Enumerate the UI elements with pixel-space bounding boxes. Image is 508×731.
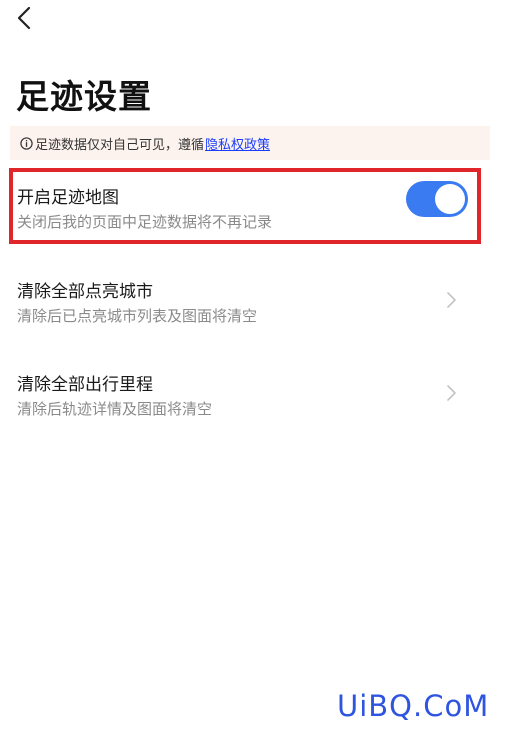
setting-desc: 清除后轨迹详情及图面将清空 — [17, 400, 213, 418]
setting-row-clear-mileage[interactable]: 清除全部出行里程 清除后轨迹详情及图面将清空 — [0, 357, 508, 427]
info-circle-icon — [20, 136, 33, 150]
setting-row-clear-cities[interactable]: 清除全部点亮城市 清除后已点亮城市列表及图面将清空 — [0, 264, 508, 334]
watermark: UiBQ.CoM — [337, 689, 490, 723]
privacy-notice: 足迹数据仅对自己可见，遵循 隐私权政策 — [10, 126, 490, 160]
page-title: 足迹设置 — [16, 77, 152, 116]
setting-title: 清除全部出行里程 — [17, 375, 153, 395]
chevron-right-icon — [447, 385, 456, 401]
back-button[interactable] — [10, 2, 42, 34]
setting-title: 清除全部点亮城市 — [17, 282, 153, 302]
chevron-right-icon — [447, 292, 456, 308]
privacy-policy-link[interactable]: 隐私权政策 — [205, 134, 270, 153]
toggle-knob — [435, 184, 465, 214]
setting-desc: 清除后已点亮城市列表及图面将清空 — [17, 307, 258, 325]
setting-title: 开启足迹地图 — [17, 188, 119, 208]
footprint-map-toggle[interactable] — [406, 181, 468, 217]
notice-text: 足迹数据仅对自己可见，遵循 — [35, 137, 205, 153]
setting-desc: 关闭后我的页面中足迹数据将不再记录 — [17, 213, 273, 231]
chevron-left-icon — [17, 6, 31, 30]
